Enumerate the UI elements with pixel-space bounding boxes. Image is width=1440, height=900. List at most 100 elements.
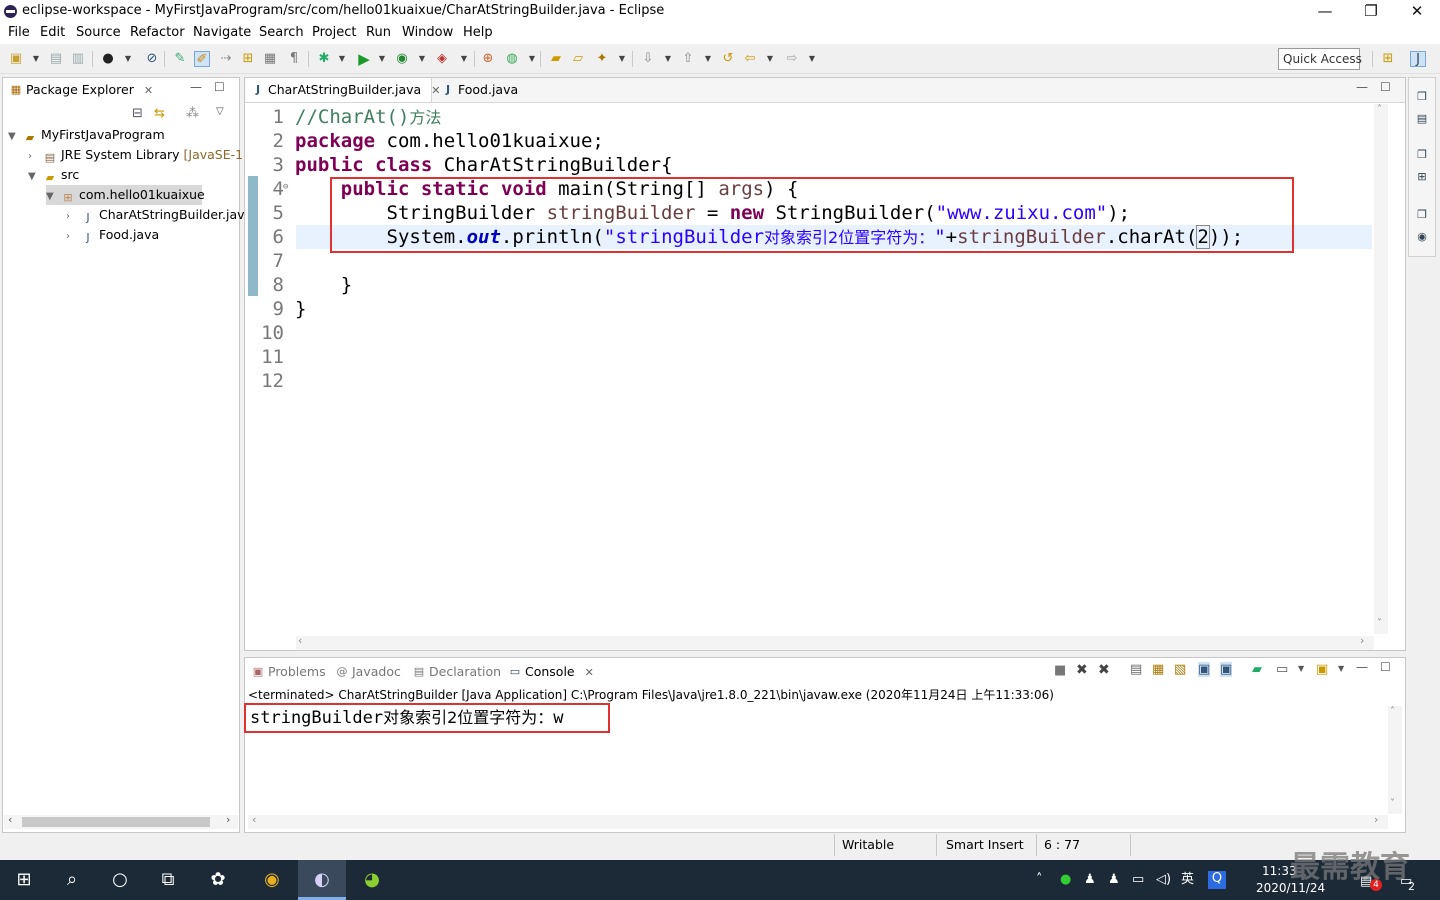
new-package-icon[interactable]: ⊕: [480, 51, 496, 67]
chevron-right-icon[interactable]: ›: [28, 147, 42, 167]
chevron-down-icon[interactable]: ▼: [414, 51, 430, 67]
external-tools-icon[interactable]: ◈: [434, 51, 450, 67]
cortana-icon[interactable]: ○: [96, 860, 144, 900]
menu-project[interactable]: Project: [312, 25, 356, 40]
qq-browser-icon[interactable]: Q: [1208, 871, 1226, 889]
new-icon[interactable]: ▣: [8, 51, 24, 67]
save-all-icon[interactable]: ▥: [70, 51, 86, 67]
menu-window[interactable]: Window: [402, 25, 453, 40]
chevron-down-icon[interactable]: ˅: [1377, 618, 1382, 629]
scroll-lock-icon[interactable]: ▦: [1152, 662, 1164, 677]
clear-console-icon[interactable]: ▤: [1130, 662, 1142, 677]
open-task-icon[interactable]: ▱: [570, 51, 586, 67]
network-icon[interactable]: ▭: [1132, 872, 1144, 888]
editor-tab-active[interactable]: J CharAtStringBuilder.java ✕: [246, 78, 440, 102]
java-perspective-icon[interactable]: J: [1410, 51, 1426, 67]
word-wrap-icon[interactable]: ⊞: [240, 51, 256, 67]
restore-icon[interactable]: ❐: [1413, 146, 1431, 164]
save-icon[interactable]: ▤: [48, 51, 64, 67]
maximize-view-icon[interactable]: ☐: [1380, 80, 1391, 94]
chevron-down-icon[interactable]: ▼: [804, 51, 820, 67]
view-menu-filter-icon[interactable]: ⁂: [186, 106, 199, 121]
show-on-output-icon[interactable]: ▣: [1198, 662, 1211, 677]
quick-access-input[interactable]: Quick Access: [1278, 48, 1362, 70]
menu-help[interactable]: Help: [463, 25, 493, 40]
chevron-down-icon[interactable]: ▼: [700, 51, 716, 67]
chevron-down-icon[interactable]: ▼: [28, 51, 44, 67]
minimize-button[interactable]: —: [1302, 0, 1348, 22]
minimize-view-icon[interactable]: —: [1356, 80, 1368, 94]
restore-button[interactable]: ❐: [1348, 0, 1394, 22]
task-view-icon[interactable]: ⧉: [144, 860, 192, 900]
editor-tab-food[interactable]: J Food.java: [436, 78, 518, 102]
minimize-view-icon[interactable]: —: [1356, 660, 1368, 674]
eclipse-taskbar-icon[interactable]: ◐: [298, 860, 346, 900]
chevron-down-icon[interactable]: ▼: [614, 51, 630, 67]
chevron-down-icon[interactable]: ▼: [1338, 664, 1344, 673]
chevron-down-icon[interactable]: ▼: [374, 51, 390, 67]
windows-start-icon[interactable]: ⊞: [0, 860, 48, 900]
chevron-down-icon[interactable]: ▼: [762, 51, 778, 67]
outline-icon[interactable]: ⊞: [1413, 168, 1431, 186]
collapse-all-icon[interactable]: ⊟: [132, 106, 143, 121]
menu-file[interactable]: File: [8, 25, 30, 40]
display-console-icon[interactable]: ▭: [1276, 662, 1288, 677]
qq-icon[interactable]: ♟: [1108, 872, 1120, 888]
task-list-icon[interactable]: ▤: [1413, 110, 1431, 128]
chevron-down-icon[interactable]: ˅: [1390, 798, 1395, 809]
run-icon[interactable]: ▶: [356, 51, 372, 67]
menu-run[interactable]: Run: [366, 25, 391, 40]
restore-icon[interactable]: ❐: [1413, 206, 1431, 224]
remove-launch-icon[interactable]: ✖: [1076, 662, 1088, 678]
word-wrap-icon[interactable]: ▧: [1174, 662, 1186, 677]
fold-toggle-icon[interactable]: ⊖: [283, 182, 288, 192]
new-class-icon[interactable]: ◍: [504, 51, 520, 67]
chevron-down-icon[interactable]: ▼: [120, 51, 136, 67]
chevron-down-icon[interactable]: ▼: [46, 187, 60, 207]
chevron-down-icon[interactable]: ▼: [28, 167, 42, 187]
prev-annotation-icon[interactable]: ⇧: [680, 51, 696, 67]
chevron-left-icon[interactable]: ‹: [8, 813, 12, 826]
open-console-icon[interactable]: ▣: [1316, 662, 1328, 677]
chevron-up-icon[interactable]: ˄: [1377, 104, 1382, 115]
remove-all-icon[interactable]: ✖: [1098, 662, 1110, 678]
tree-item-file[interactable]: › J CharAtStringBuilder.jav: [66, 205, 245, 225]
tree-item-jre[interactable]: › ▤ JRE System Library [JavaSE-1.: [28, 145, 247, 165]
tab-javadoc[interactable]: @ Javadoc: [330, 660, 401, 684]
restore-icon[interactable]: ❐: [1413, 88, 1431, 106]
debug-icon[interactable]: ✱: [316, 51, 332, 67]
last-edit-icon[interactable]: ↺: [720, 51, 736, 67]
chevron-right-icon[interactable]: ›: [66, 207, 80, 227]
tree-item-file[interactable]: › J Food.java: [66, 225, 159, 245]
chrome-icon[interactable]: ◉: [248, 860, 296, 900]
forward-icon[interactable]: ⇨: [784, 51, 800, 67]
minimize-view-icon[interactable]: —: [190, 80, 202, 94]
coverage-icon[interactable]: ◉: [394, 51, 410, 67]
volume-icon[interactable]: ◁): [1156, 872, 1171, 888]
link-with-editor-icon[interactable]: ⇆: [154, 106, 165, 121]
chevron-down-icon[interactable]: ▼: [456, 51, 472, 67]
chevron-right-icon[interactable]: ›: [1360, 634, 1364, 647]
menu-search[interactable]: Search: [259, 25, 304, 40]
wechat-icon[interactable]: ●: [1060, 872, 1071, 888]
tab-declaration[interactable]: ▤ Declaration: [407, 660, 501, 684]
pinwheel-app-icon[interactable]: ✿: [194, 860, 242, 900]
globe-icon[interactable]: ◉: [1413, 228, 1431, 246]
editor-vscrollbar[interactable]: [1374, 104, 1388, 634]
editor-hscrollbar[interactable]: [296, 636, 1374, 650]
ime-indicator[interactable]: 英: [1181, 872, 1194, 888]
show-whitespace-icon[interactable]: ▦: [262, 51, 278, 67]
menu-edit[interactable]: Edit: [40, 25, 65, 40]
view-menu-icon[interactable]: ▽: [216, 106, 224, 117]
chevron-down-icon[interactable]: ▼: [660, 51, 676, 67]
chevron-right-icon[interactable]: ›: [66, 227, 80, 247]
chevron-down-icon[interactable]: ▼: [8, 127, 22, 147]
tree-item-project[interactable]: ▼ ▰ MyFirstJavaProgram: [8, 125, 165, 145]
chevron-down-icon[interactable]: ▼: [524, 51, 540, 67]
chevron-right-icon[interactable]: ›: [226, 813, 230, 826]
search-tool-icon[interactable]: ✦: [594, 51, 610, 67]
scroll-thumb[interactable]: [22, 817, 210, 827]
open-type-icon[interactable]: ✎: [172, 51, 188, 67]
watermelon-app-icon[interactable]: ◕: [348, 860, 396, 900]
back-icon[interactable]: ⇦: [742, 51, 758, 67]
